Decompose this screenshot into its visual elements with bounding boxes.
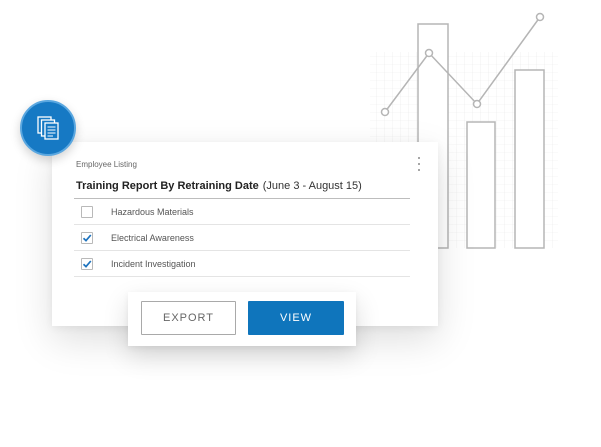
list-item-label: Incident Investigation <box>111 258 196 269</box>
list-item-label: Electrical Awareness <box>111 232 194 243</box>
chart-point <box>380 107 390 117</box>
report-date-range: (June 3 - August 15) <box>262 180 362 192</box>
chart-point <box>535 12 545 22</box>
list-item[interactable]: Hazardous Materials <box>74 199 410 225</box>
action-panel: EXPORT VIEW <box>128 292 356 346</box>
card-kicker: Employee Listing <box>76 160 137 169</box>
view-button[interactable]: VIEW <box>248 301 344 335</box>
documents-icon <box>37 116 59 140</box>
checkbox-unchecked[interactable] <box>81 205 93 218</box>
checkmark-icon <box>82 259 92 268</box>
kebab-menu-icon[interactable] <box>414 157 424 171</box>
chart-bar <box>466 121 496 249</box>
checkbox-checked[interactable] <box>81 231 93 244</box>
training-list: Hazardous Materials Electrical Awareness… <box>74 199 410 277</box>
chart-point <box>424 48 434 58</box>
list-item[interactable]: Incident Investigation <box>74 251 410 277</box>
chart-bar <box>514 69 545 249</box>
list-item-label: Hazardous Materials <box>111 206 194 217</box>
report-title-text: Training Report By Retraining Date <box>76 180 259 192</box>
checkbox-checked[interactable] <box>81 257 93 270</box>
report-title: Training Report By Retraining Date (June … <box>76 180 362 192</box>
documents-badge <box>20 100 76 156</box>
chart-point <box>472 99 482 109</box>
list-item[interactable]: Electrical Awareness <box>74 225 410 251</box>
export-button[interactable]: EXPORT <box>141 301 236 335</box>
checkmark-icon <box>82 233 92 242</box>
